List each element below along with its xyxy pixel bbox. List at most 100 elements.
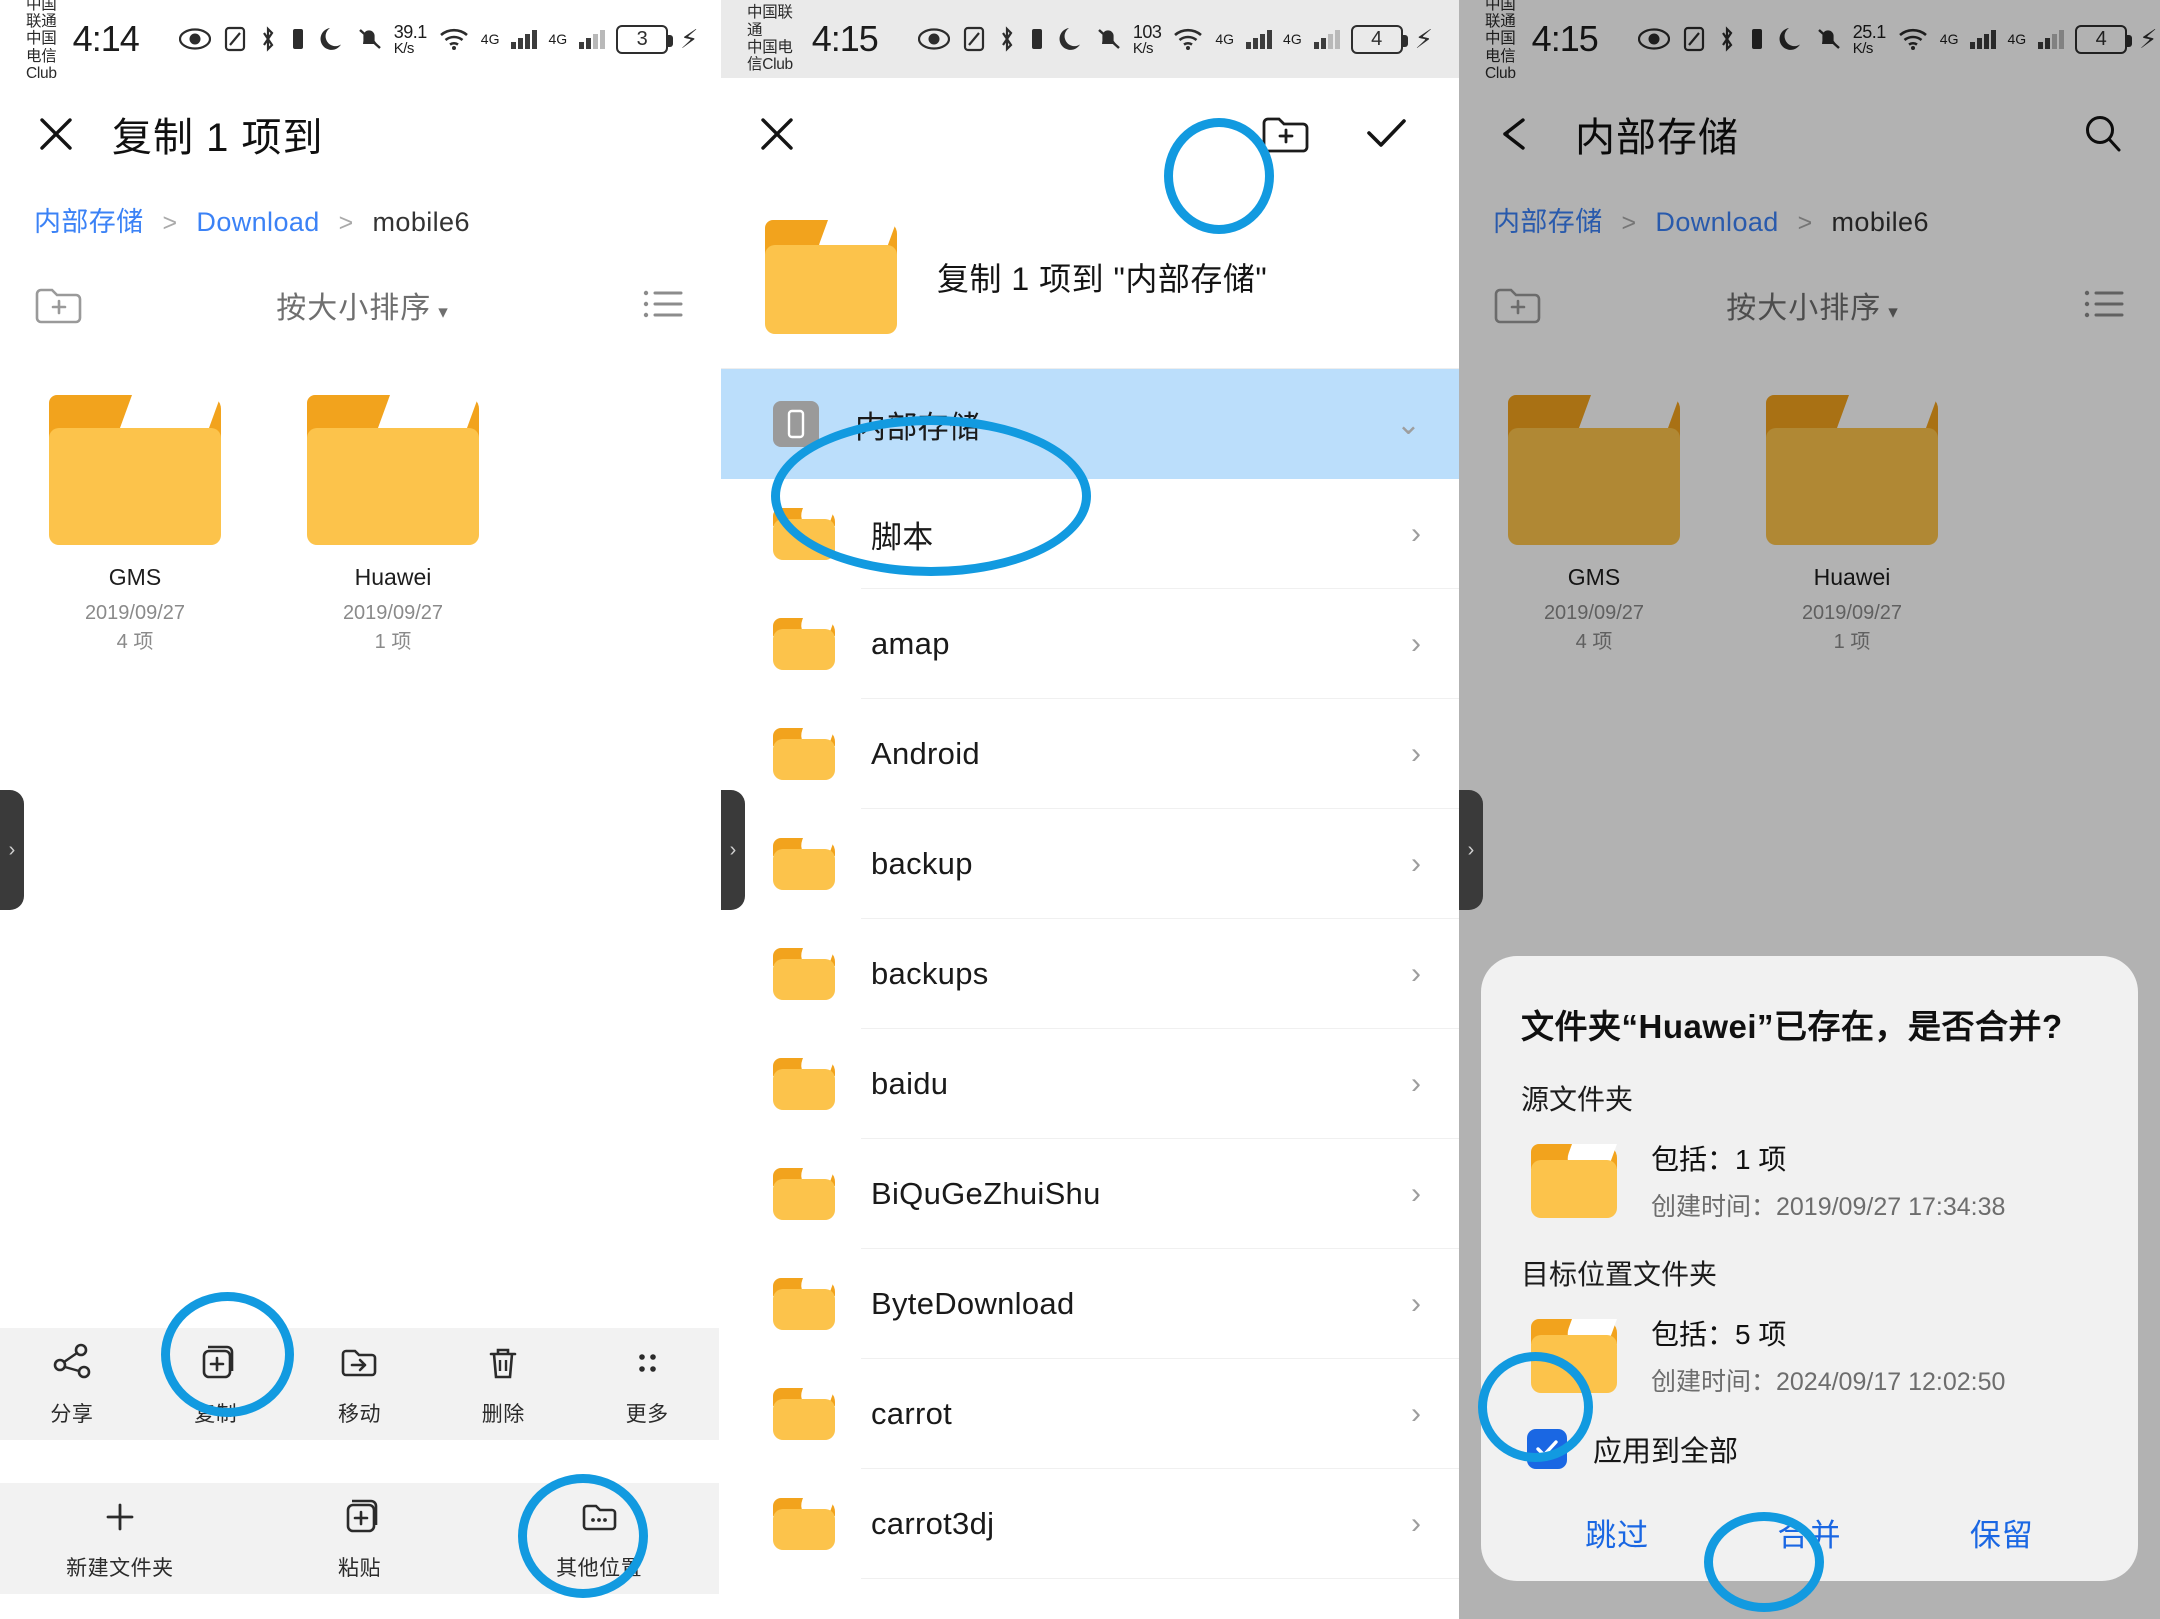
list-view-icon[interactable]	[2082, 287, 2126, 323]
list-view-icon[interactable]	[641, 287, 685, 323]
signal2-label: 4G	[1283, 31, 1302, 47]
paste-label: 粘贴	[338, 1557, 381, 1580]
chevron-right-icon: ›	[1411, 737, 1421, 770]
close-icon[interactable]	[34, 112, 78, 156]
mute-battery-icon	[1749, 26, 1765, 52]
source-includes: 包括：1 项	[1651, 1144, 1787, 1175]
side-drawer-handle[interactable]: ›	[1459, 790, 1483, 910]
more-button[interactable]: 更多	[575, 1341, 719, 1428]
list-item-label: carrot3dj	[871, 1506, 995, 1541]
status-bar-panel3: 中国联通 中国电信Club 4:15 25.1 K/s 4G 4G 4 ⚡	[1459, 0, 2160, 82]
list-item[interactable]: 脚本 ›	[721, 479, 1459, 589]
new-folder-button[interactable]: 新建文件夹	[0, 1495, 240, 1582]
nfc-icon	[1683, 26, 1705, 52]
breadcrumb-separator: >	[1797, 209, 1813, 237]
list-item[interactable]: backup ›	[721, 809, 1459, 919]
signal-bars-1	[1970, 29, 1997, 49]
copy-button[interactable]: 复制	[144, 1341, 288, 1428]
carrier-line1: 中国联通	[26, 0, 57, 30]
destination-list: 内部存储 ⌄ 脚本 › amap › Android › backup › ba…	[721, 368, 1459, 1579]
breadcrumb-mid[interactable]: Download	[1655, 207, 1778, 237]
list-item[interactable]: Android ›	[721, 699, 1459, 809]
sort-dropdown[interactable]: 按大小排序 ▾	[84, 283, 641, 327]
carrier-line2: 中国电信Club	[26, 30, 57, 83]
other-location-button[interactable]: 其他位置	[479, 1495, 719, 1582]
list-item-internal-storage[interactable]: 内部存储 ⌄	[721, 369, 1459, 479]
folder-item[interactable]: Huawei 2019/09/27 1 项	[1757, 395, 1947, 657]
page-title: 内部存储	[1575, 116, 1739, 160]
folder-item[interactable]: Huawei 2019/09/27 1 项	[298, 395, 488, 657]
delete-button[interactable]: 删除	[431, 1341, 575, 1428]
list-item[interactable]: backups ›	[721, 919, 1459, 1029]
charging-bolt-icon: ⚡	[2139, 23, 2158, 54]
close-icon[interactable]	[755, 112, 799, 156]
list-item[interactable]: ByteDownload ›	[721, 1249, 1459, 1359]
side-drawer-handle[interactable]: ›	[721, 790, 745, 910]
move-button[interactable]: 移动	[288, 1341, 432, 1428]
signal1-label: 4G	[1939, 31, 1959, 47]
carrier-line1: 中国联通	[747, 4, 793, 39]
sort-label: 按大小排序	[1726, 292, 1882, 325]
charging-bolt-icon: ⚡	[680, 23, 699, 54]
sort-dropdown[interactable]: 按大小排序 ▾	[1543, 283, 2082, 327]
app-bar-panel3: 内部存储	[1459, 78, 2160, 190]
folder-item[interactable]: GMS 2019/09/27 4 项	[40, 395, 230, 657]
search-icon[interactable]	[2080, 111, 2126, 157]
chevron-down-icon: ▾	[438, 302, 449, 323]
new-folder-icon[interactable]	[34, 284, 84, 326]
target-folder-row: 包括：5 项 创建时间：2024/09/17 12:02:50	[1521, 1313, 2098, 1398]
chevron-right-icon: ›	[1411, 847, 1421, 880]
breadcrumb-root[interactable]: 内部存储	[1493, 207, 1603, 237]
list-item[interactable]: amap ›	[721, 589, 1459, 699]
status-bar-panel1: 中国联通 中国电信Club 4:14 39.1 K/s 4G 4G 3 ⚡	[0, 0, 719, 82]
signal2-label: 4G	[548, 31, 568, 47]
folder-meta: 2019/09/27 1 项	[298, 599, 488, 657]
keep-button[interactable]: 保留	[1906, 1510, 2098, 1555]
merge-button[interactable]: 合并	[1713, 1510, 1905, 1555]
list-item[interactable]: carrot ›	[721, 1359, 1459, 1469]
mute-bell-icon	[357, 26, 383, 52]
panel3-content: 中国联通 中国电信Club 4:15 25.1 K/s 4G 4G 4 ⚡ 内部…	[1459, 0, 2160, 657]
new-folder-icon[interactable]	[1493, 284, 1543, 326]
moon-icon	[320, 25, 346, 53]
new-folder-icon[interactable]	[1261, 113, 1311, 155]
bluetooth-icon	[998, 26, 1016, 52]
charging-bolt-icon: ⚡	[1414, 23, 1433, 54]
breadcrumb: 内部存储 > Download > mobile6	[1459, 190, 2160, 239]
side-drawer-handle[interactable]: ›	[0, 790, 24, 910]
breadcrumb-root[interactable]: 内部存储	[34, 207, 144, 237]
back-arrow-icon[interactable]	[1493, 112, 1541, 156]
copy-destination-text: 复制 1 项到 "内部存储"	[937, 261, 1268, 297]
eye-icon	[178, 28, 211, 50]
signal-bars-1	[511, 29, 538, 49]
checkbox-checked-icon	[1527, 1429, 1567, 1469]
sort-label: 按大小排序	[276, 292, 432, 325]
paste-button[interactable]: 粘贴	[240, 1495, 480, 1582]
list-item[interactable]: carrot3dj ›	[721, 1469, 1459, 1579]
list-item[interactable]: BiQuGeZhuiShu ›	[721, 1139, 1459, 1249]
eye-icon	[1637, 28, 1670, 50]
skip-button[interactable]: 跳过	[1521, 1510, 1713, 1555]
check-icon[interactable]	[1359, 111, 1413, 157]
network-speed-value: 103	[1132, 21, 1162, 42]
list-item[interactable]: baidu ›	[721, 1029, 1459, 1139]
apply-to-all-checkbox[interactable]: 应用到全部	[1521, 1428, 2098, 1470]
network-speed-unit: K/s	[1132, 39, 1154, 57]
list-item-label: Android	[871, 736, 980, 771]
list-item-label: BiQuGeZhuiShu	[871, 1176, 1101, 1211]
breadcrumb-current: mobile6	[1831, 207, 1929, 237]
folder-item[interactable]: GMS 2019/09/27 4 项	[1499, 395, 1689, 657]
page-title: 复制 1 项到	[112, 116, 324, 160]
breadcrumb-mid[interactable]: Download	[196, 207, 319, 237]
mute-battery-icon	[290, 26, 306, 52]
action-bar: 分享 复制 移动 删除 更多	[0, 1328, 719, 1440]
signal-bars-2	[2038, 29, 2065, 49]
list-item-label: backup	[871, 846, 973, 881]
list-item-label: baidu	[871, 1066, 949, 1101]
copy-label: 复制	[194, 1402, 238, 1426]
folder-grid-panel3: GMS 2019/09/27 4 项 Huawei 2019/09/27 1 项	[1459, 353, 2160, 657]
moon-icon	[1779, 25, 1805, 53]
list-item-label: 脚本	[871, 519, 934, 555]
folder-name: Huawei	[354, 564, 432, 590]
share-button[interactable]: 分享	[0, 1341, 144, 1428]
